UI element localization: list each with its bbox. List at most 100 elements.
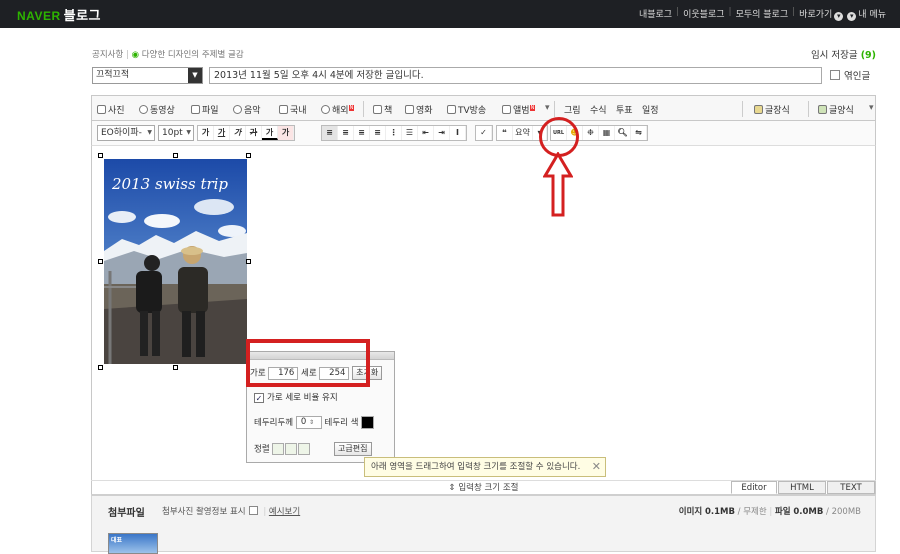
strikethrough-icon[interactable]: 가: [246, 126, 262, 140]
font-family-select[interactable]: EO하이파- ▼: [97, 125, 155, 141]
resize-handle[interactable]: [246, 153, 251, 158]
nav-my-blog[interactable]: 내블로그: [639, 7, 672, 21]
advanced-edit-button[interactable]: 고급편집: [334, 442, 372, 456]
image-caption-text: 2013 swiss trip: [112, 175, 229, 193]
font-size-select[interactable]: 10pt ▼: [158, 125, 194, 141]
nav-everyone-blog[interactable]: 모두의 블로그: [736, 7, 789, 21]
insert-poll-button[interactable]: 투표: [616, 103, 633, 116]
bullet-list-icon[interactable]: ☰: [402, 126, 418, 140]
more-dropdown-icon[interactable]: ▾: [869, 103, 874, 113]
border-width-stepper[interactable]: 0 ⇕: [295, 416, 322, 429]
replace-icon[interactable]: ⇋: [631, 126, 647, 140]
attached-image-thumbnail[interactable]: 대표: [108, 533, 158, 554]
resize-handle[interactable]: [98, 259, 103, 264]
new-badge: N: [348, 105, 355, 111]
insert-file-button[interactable]: 파일: [191, 103, 219, 116]
insert-drawing-button[interactable]: 그림: [564, 103, 581, 116]
highlight-color-icon[interactable]: 가: [278, 126, 294, 140]
insert-schedule-button[interactable]: 일정: [642, 103, 659, 116]
annotation-red-circle: [539, 117, 579, 157]
movie-icon: [405, 105, 414, 114]
album-icon: [502, 105, 511, 114]
photo-info-checkbox[interactable]: [248, 506, 258, 515]
book-icon: [373, 105, 382, 114]
resize-handle[interactable]: [98, 153, 103, 158]
trackback-option[interactable]: 엮인글: [830, 68, 870, 82]
notice: 공지사항 | ◉ 다양한 디자인의 주제별 글감: [92, 50, 244, 60]
align-center-icon[interactable]: [285, 443, 298, 455]
underline-icon[interactable]: 가: [214, 126, 230, 140]
notice-text[interactable]: 다양한 디자인의 주제별 글감: [142, 50, 244, 60]
chevron-down-icon: ▼: [186, 129, 191, 136]
tab-editor[interactable]: Editor: [731, 481, 777, 494]
align-right-icon[interactable]: ≡: [354, 126, 370, 140]
nav-neighbor-blog[interactable]: 이웃블로그: [683, 7, 724, 21]
resize-handle[interactable]: [173, 153, 178, 158]
resize-handle[interactable]: [173, 365, 178, 370]
keep-ratio-checkbox[interactable]: ✓: [254, 393, 264, 403]
numbered-list-icon[interactable]: ⋮: [386, 126, 402, 140]
table-icon[interactable]: ▦: [599, 126, 615, 140]
line-height-icon[interactable]: I: [450, 126, 466, 140]
close-icon[interactable]: ✕: [592, 458, 601, 476]
resize-handle[interactable]: [98, 365, 103, 370]
domestic-map-icon: [279, 105, 288, 114]
template-button[interactable]: 글장식: [754, 103, 790, 116]
tab-html[interactable]: HTML: [778, 481, 826, 494]
draft-posts[interactable]: 임시 저장글 (9): [811, 47, 876, 61]
quote-icon[interactable]: ❝: [497, 126, 513, 140]
align-left-icon[interactable]: [272, 443, 285, 455]
tab-text[interactable]: TEXT: [827, 481, 875, 494]
insert-domestic-map-button[interactable]: 국내: [279, 103, 307, 116]
insert-toolbar: 사진 동영상 파일 음악 국내 해외N 책 영화 TV방송 앨범N ▾ 그림 수…: [91, 95, 876, 121]
insert-photo-button[interactable]: 사진: [97, 103, 125, 116]
paragraph-group: ≡ ≡ ≡ ≡ ⋮ ☰ ⇤ ⇥ I: [321, 125, 467, 141]
layout-button[interactable]: 글양식: [818, 103, 854, 116]
preview-link[interactable]: 예시보기: [269, 507, 300, 517]
find-icon[interactable]: 🔍︎: [615, 126, 631, 140]
bold-icon[interactable]: 가: [198, 126, 214, 140]
indent-icon[interactable]: ⇥: [434, 126, 450, 140]
more-dropdown-icon[interactable]: ▾: [545, 103, 550, 113]
outdent-icon[interactable]: ⇤: [418, 126, 434, 140]
nav-my-menu[interactable]: ▾ 내 메뉴: [847, 7, 886, 21]
align-left-icon[interactable]: ≡: [322, 126, 338, 140]
category-select[interactable]: 끄적끄적 ▼: [92, 67, 203, 84]
align-justify-icon[interactable]: ≡: [370, 126, 386, 140]
insert-tv-button[interactable]: TV방송: [447, 103, 486, 116]
resize-handle[interactable]: [246, 259, 251, 264]
insert-book-button[interactable]: 책: [373, 103, 392, 116]
attachment-stats: 이미지 0.1MB / 무제한 | 파일 0.0MB / 200MB: [678, 507, 861, 517]
logo-brand: NAVER: [17, 9, 61, 23]
trackback-checkbox[interactable]: [830, 70, 840, 80]
tv-icon: [447, 105, 456, 114]
resize-tooltip: 아래 영역을 드래그하여 입력창 크기를 조절할 수 있습니다. ✕: [364, 457, 606, 477]
insert-album-button[interactable]: 앨범N: [502, 103, 536, 116]
naver-blog-logo[interactable]: NAVER 블로그: [17, 5, 101, 24]
resize-tooltip-text: 아래 영역을 드래그하여 입력창 크기를 조절할 수 있습니다.: [371, 462, 581, 472]
format-toolbar: EO하이파- ▼ 10pt ▼ 가 가 가 가 가 가 ≡ ≡ ≡ ≡ ⋮ ☰ ⇤ …: [91, 121, 876, 146]
special-char-icon[interactable]: ❉: [583, 126, 599, 140]
align-right-icon[interactable]: [298, 443, 311, 455]
italic-icon[interactable]: 가: [230, 126, 246, 140]
draft-count: (9): [860, 50, 876, 61]
photo-icon: [97, 105, 106, 114]
nav-shortcut[interactable]: 바로가기 ▾: [799, 7, 844, 21]
logo-service: 블로그: [63, 8, 102, 23]
attachment-panel: 첨부파일 첨부사진 촬영정보 표시 | 예시보기 이미지 0.1MB / 무제한…: [91, 494, 876, 554]
insert-overseas-map-button[interactable]: 해외N: [321, 103, 355, 116]
spellcheck-icon[interactable]: ✓: [476, 126, 492, 140]
border-color-swatch[interactable]: [361, 416, 375, 429]
insert-video-button[interactable]: 동영상: [139, 103, 175, 116]
align-center-icon[interactable]: ≡: [338, 126, 354, 140]
music-icon: [233, 105, 242, 114]
insert-movie-button[interactable]: 영화: [405, 103, 433, 116]
title-input[interactable]: 2013년 11월 5일 오후 4시 4분에 저장한 글입니다.: [209, 67, 822, 84]
notice-label[interactable]: 공지사항: [92, 50, 123, 60]
chevron-down-icon: ▼: [188, 68, 202, 83]
font-color-icon[interactable]: 가: [262, 126, 278, 140]
insert-formula-button[interactable]: 수식: [590, 103, 607, 116]
thumbnail-badge: 대표: [111, 537, 123, 544]
insert-music-button[interactable]: 음악: [233, 103, 261, 116]
summary-button[interactable]: 요약: [513, 126, 533, 140]
